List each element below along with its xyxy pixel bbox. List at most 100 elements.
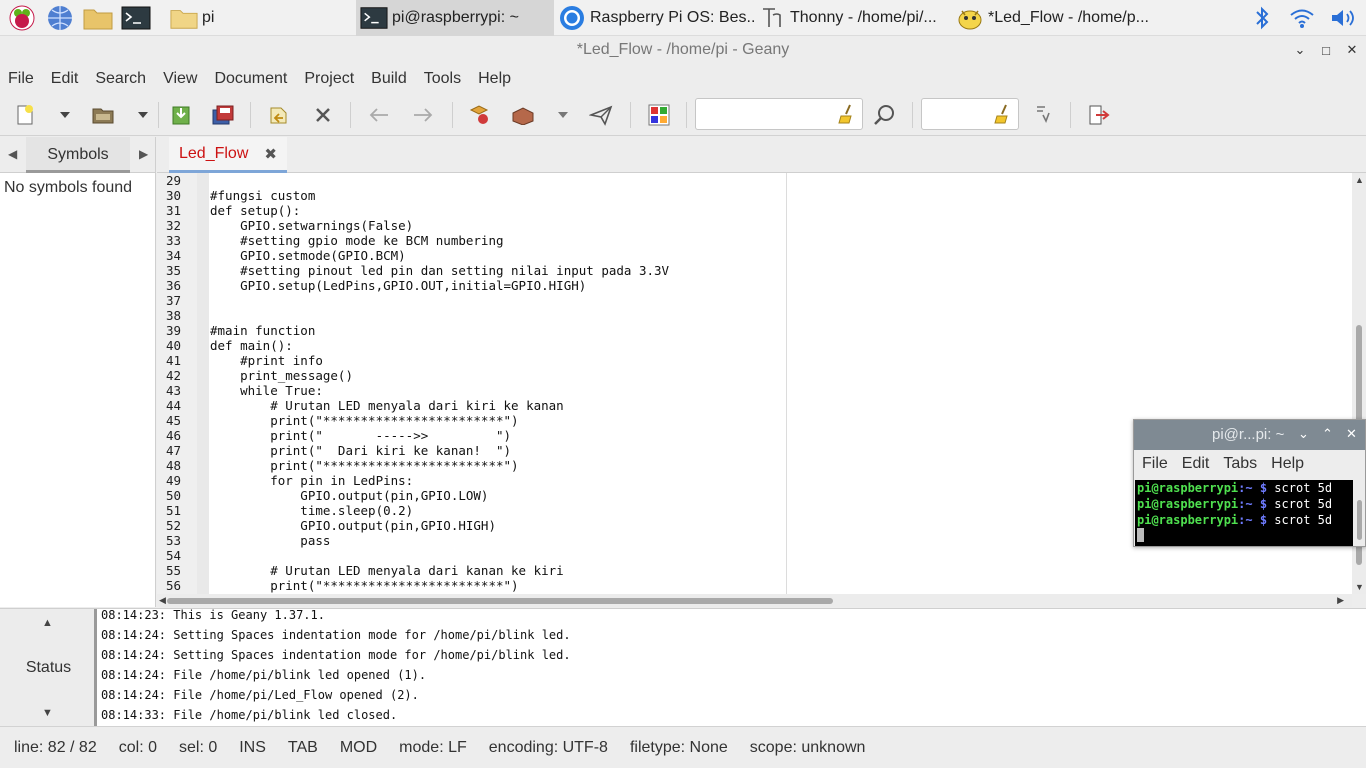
- quit-button[interactable]: [1086, 103, 1112, 127]
- menu-project[interactable]: Project: [304, 70, 354, 88]
- menu-edit[interactable]: Edit: [51, 70, 79, 88]
- terminal-line: pi@raspberrypi:~ $ scrot 5d: [1137, 497, 1333, 511]
- scroll-left-icon[interactable]: ◀: [159, 595, 166, 606]
- goto-line-input[interactable]: [921, 98, 1019, 130]
- task-thonny[interactable]: Thonny - /home/pi/...: [754, 0, 952, 36]
- task-browser[interactable]: Raspberry Pi OS: Bes...: [554, 0, 754, 36]
- save-all-button[interactable]: [210, 103, 236, 127]
- message-tab-up-icon[interactable]: ▲: [42, 617, 53, 629]
- search-input[interactable]: [695, 98, 863, 130]
- volume-icon[interactable]: [1322, 7, 1366, 29]
- close-tab-icon[interactable]: ✖: [264, 145, 277, 163]
- line-content: print("************************"): [210, 458, 519, 473]
- line-content: #print info: [210, 353, 323, 368]
- color-chooser-button[interactable]: [646, 103, 672, 127]
- terminal-menu-edit[interactable]: Edit: [1182, 455, 1210, 473]
- tab-symbols[interactable]: Symbols: [26, 137, 130, 173]
- menu-view[interactable]: View: [163, 70, 197, 88]
- find-icon[interactable]: [872, 103, 898, 127]
- line-content: while True:: [210, 383, 323, 398]
- line-number: 42: [165, 368, 181, 383]
- line-number: 30: [165, 188, 181, 203]
- terminal-maximize-icon[interactable]: ⌃: [1322, 426, 1333, 442]
- task-file-manager[interactable]: pi: [166, 0, 356, 36]
- horizontal-scroll-thumb[interactable]: [167, 598, 833, 604]
- terminal-menu-help[interactable]: Help: [1271, 455, 1304, 473]
- bluetooth-icon[interactable]: [1242, 5, 1282, 31]
- line-content: # Urutan LED menyala dari kiri ke kanan: [210, 398, 564, 413]
- line-number: 53: [165, 533, 181, 548]
- terminal-minimize-icon[interactable]: ⌄: [1298, 426, 1309, 442]
- tab-led-flow[interactable]: Led_Flow ✖: [169, 137, 287, 173]
- menu-build[interactable]: Build: [371, 70, 407, 88]
- statusbar: line: 82 / 82 col: 0 sel: 0 INS TAB MOD …: [0, 726, 1366, 768]
- line-number: 55: [165, 563, 181, 578]
- editor-horizontal-scrollbar[interactable]: ◀ ▶: [157, 594, 1352, 607]
- fold-margin[interactable]: [197, 173, 209, 594]
- terminal-menu-file[interactable]: File: [1142, 455, 1168, 473]
- message-window: ▲ Status ▼ 08:14:23: This is Geany 1.37.…: [0, 608, 1366, 726]
- scroll-up-icon[interactable]: ▲: [1355, 175, 1364, 185]
- line-number: 40: [165, 338, 181, 353]
- compile-button[interactable]: [466, 103, 492, 127]
- task-terminal[interactable]: pi@raspberrypi: ~: [356, 0, 554, 36]
- sidebar-tabs: ◀ Symbols ▶: [0, 137, 155, 173]
- clear-goto-icon[interactable]: [994, 104, 1012, 129]
- menu-search[interactable]: Search: [95, 70, 146, 88]
- line-number: 48: [165, 458, 181, 473]
- log-line: 08:14:33: File /home/pi/blink led closed…: [101, 708, 398, 722]
- minimize-icon[interactable]: ⌄: [1292, 42, 1308, 58]
- save-button[interactable]: [168, 103, 194, 127]
- menu-document[interactable]: Document: [214, 70, 287, 88]
- wifi-icon[interactable]: [1282, 7, 1322, 29]
- window-controls: ⌄ □ ✕: [1292, 36, 1360, 64]
- line-content: print("************************"): [210, 578, 519, 593]
- thonny-icon: [758, 5, 786, 31]
- revert-button[interactable]: [266, 103, 292, 127]
- raspberry-menu-icon[interactable]: [6, 4, 38, 32]
- close-icon[interactable]: ✕: [1344, 42, 1360, 58]
- scroll-down-icon[interactable]: ▼: [1355, 582, 1364, 592]
- open-file-button[interactable]: [90, 103, 116, 127]
- new-from-template-dropdown[interactable]: [52, 103, 78, 127]
- terminal-launcher-icon[interactable]: [120, 4, 152, 32]
- geany-icon: [956, 5, 984, 31]
- tab-status[interactable]: Status: [0, 659, 97, 677]
- terminal-menu-tabs[interactable]: Tabs: [1223, 455, 1257, 473]
- web-browser-icon[interactable]: [44, 4, 76, 32]
- status-tab: TAB: [287, 738, 318, 756]
- terminal-window[interactable]: pi@r...pi: ~ ⌄ ⌃ ✕ File Edit Tabs Help p…: [1133, 419, 1366, 547]
- build-dropdown[interactable]: [550, 103, 576, 127]
- clear-search-icon[interactable]: [838, 104, 856, 129]
- menu-file[interactable]: File: [8, 70, 34, 88]
- menu-tools[interactable]: Tools: [424, 70, 461, 88]
- message-tab-down-icon[interactable]: ▼: [42, 707, 53, 719]
- message-tabs: ▲ Status ▼: [0, 609, 97, 726]
- navigate-back-button[interactable]: [366, 103, 392, 127]
- execute-button[interactable]: [588, 103, 614, 127]
- terminal-output[interactable]: pi@raspberrypi:~ $ scrot 5d pi@raspberry…: [1135, 480, 1353, 546]
- status-col: col: 0: [118, 738, 157, 756]
- close-file-button[interactable]: [310, 103, 336, 127]
- terminal-close-icon[interactable]: ✕: [1346, 426, 1357, 442]
- taskbar: pi pi@raspberrypi: ~ Raspberry Pi OS: Be…: [0, 0, 1366, 36]
- terminal-titlebar[interactable]: pi@r...pi: ~ ⌄ ⌃ ✕: [1134, 420, 1365, 450]
- build-button[interactable]: [510, 103, 536, 127]
- maximize-icon[interactable]: □: [1318, 43, 1334, 58]
- sidebar-next-icon[interactable]: ▶: [139, 147, 148, 161]
- goto-line-icon[interactable]: [1030, 103, 1056, 127]
- terminal-scrollbar[interactable]: [1354, 480, 1365, 546]
- status-filetype: filetype: None: [629, 738, 728, 756]
- recent-files-dropdown[interactable]: [130, 103, 156, 127]
- new-file-button[interactable]: [12, 103, 38, 127]
- scroll-right-icon[interactable]: ▶: [1337, 595, 1344, 606]
- task-geany[interactable]: *Led_Flow - /home/p...: [952, 0, 1148, 36]
- sidebar-prev-icon[interactable]: ◀: [8, 147, 17, 161]
- line-number: 49: [165, 473, 181, 488]
- line-content: print(" Dari kiri ke kanan! "): [210, 443, 512, 458]
- file-manager-icon[interactable]: [82, 4, 114, 32]
- menu-help[interactable]: Help: [478, 70, 511, 88]
- line-number: 45: [165, 413, 181, 428]
- line-content: #fungsi custom: [210, 188, 316, 203]
- navigate-forward-button[interactable]: [410, 103, 436, 127]
